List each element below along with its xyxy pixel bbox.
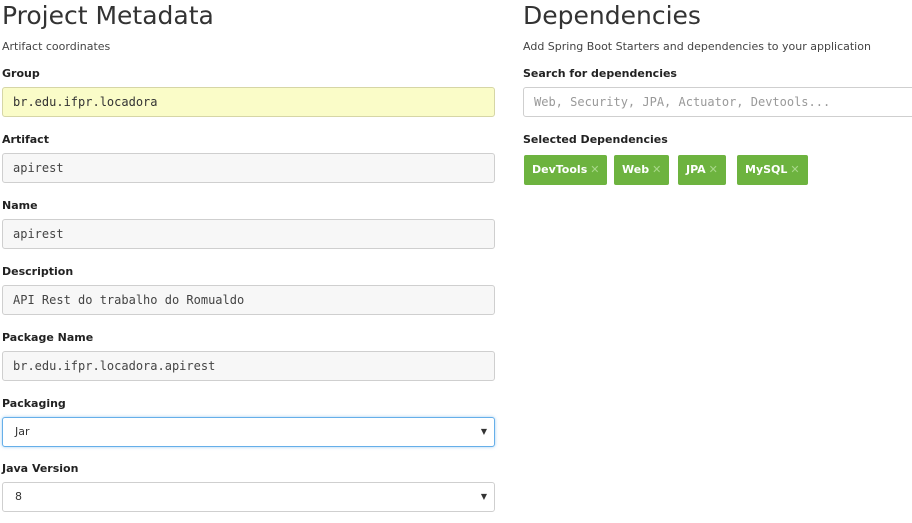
java-version-selected-value: 8 <box>15 490 22 503</box>
dependency-chip-jpa: JPA ✕ <box>678 155 726 185</box>
chevron-down-icon: ▼ <box>480 427 487 436</box>
java-version-select[interactable]: 8 ▼ <box>2 482 495 512</box>
group-field[interactable]: br.edu.ifpr.locadora <box>2 87 495 117</box>
dependency-chip-label: Web <box>622 163 650 176</box>
description-label: Description <box>2 265 74 278</box>
name-label: Name <box>2 199 38 212</box>
packaging-select[interactable]: Jar ▼ <box>2 417 495 447</box>
remove-icon[interactable]: ✕ <box>590 163 599 176</box>
artifact-label: Artifact <box>2 133 49 146</box>
package-name-label: Package Name <box>2 331 94 344</box>
artifact-coordinates-subtitle: Artifact coordinates <box>2 40 111 53</box>
dependency-chip-label: JPA <box>686 163 706 176</box>
packaging-label: Packaging <box>2 397 66 410</box>
dependency-chip-web: Web ✕ <box>614 155 670 185</box>
dependencies-subtitle: Add Spring Boot Starters and dependencie… <box>523 40 871 53</box>
selected-dependencies-label: Selected Dependencies <box>523 133 668 146</box>
java-version-label: Java Version <box>2 462 79 475</box>
dependency-chip-label: MySQL <box>745 163 788 176</box>
dependency-chip-label: DevTools <box>532 163 588 176</box>
remove-icon[interactable]: ✕ <box>709 163 718 176</box>
project-metadata-title: Project Metadata <box>2 1 214 30</box>
dependency-chip-devtools: DevTools ✕ <box>524 155 608 185</box>
name-field[interactable]: apirest <box>2 219 495 249</box>
package-name-field[interactable]: br.edu.ifpr.locadora.apirest <box>2 351 495 381</box>
dependencies-title: Dependencies <box>523 1 701 30</box>
remove-icon[interactable]: ✕ <box>652 163 661 176</box>
dependency-chip-mysql: MySQL ✕ <box>737 155 808 185</box>
search-dependencies-input[interactable]: Web, Security, JPA, Actuator, Devtools..… <box>523 87 912 117</box>
artifact-field[interactable]: apirest <box>2 153 495 183</box>
group-label: Group <box>2 67 40 80</box>
packaging-selected-value: Jar <box>15 425 30 438</box>
description-field[interactable]: API Rest do trabalho do Romualdo <box>2 285 495 315</box>
chevron-down-icon: ▼ <box>480 492 487 501</box>
search-dependencies-label: Search for dependencies <box>523 67 677 80</box>
remove-icon[interactable]: ✕ <box>790 163 799 176</box>
